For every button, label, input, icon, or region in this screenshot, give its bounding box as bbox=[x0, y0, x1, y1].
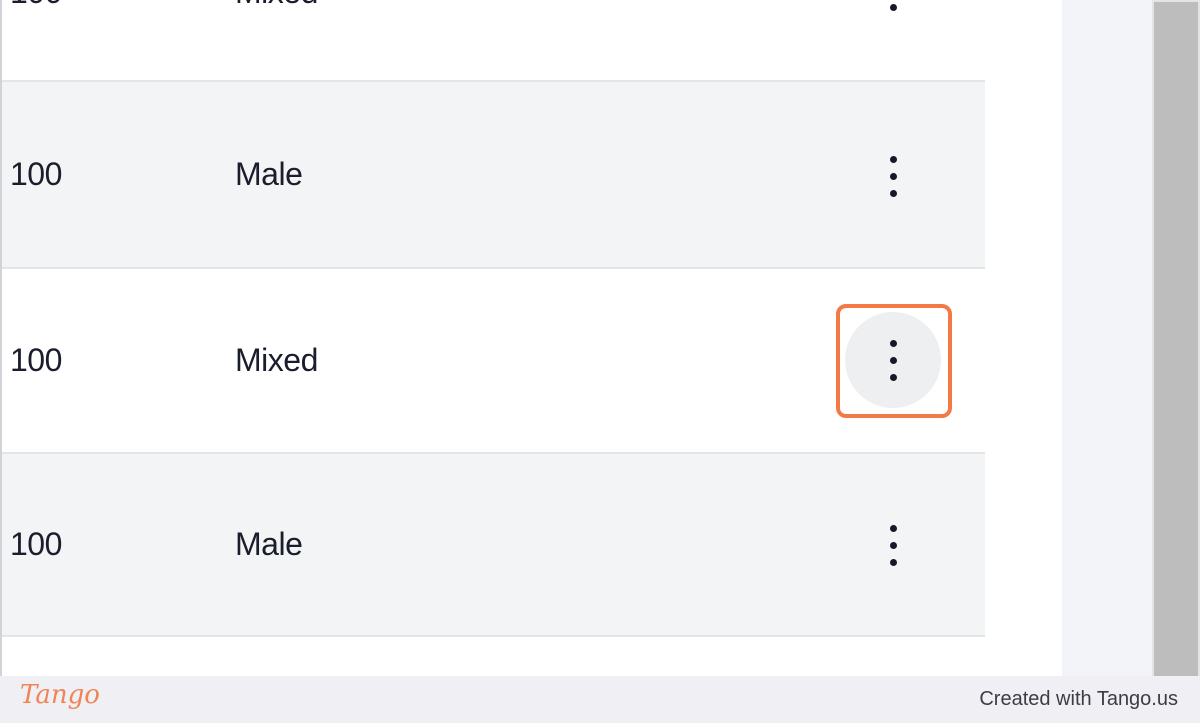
table-cell-number: 100 bbox=[10, 0, 62, 10]
table-row: 100 Male bbox=[2, 454, 985, 637]
screenshot-viewport: 100 Mixed 100 Male 100 Mixed bbox=[0, 0, 1200, 676]
tango-logo: Tango bbox=[20, 680, 100, 710]
table-row bbox=[2, 637, 985, 676]
table-cell-type: Male bbox=[235, 526, 303, 562]
content-panel: 100 Mixed 100 Male 100 Mixed bbox=[0, 0, 1062, 676]
table-cell-number: 100 bbox=[10, 342, 62, 378]
credit-text: Created with Tango.us bbox=[979, 688, 1178, 710]
vertical-ellipsis-icon bbox=[889, 155, 897, 163]
table-cell-number: 100 bbox=[10, 156, 62, 192]
side-gutter bbox=[1062, 0, 1152, 676]
row-menu-button[interactable] bbox=[845, 128, 941, 224]
row-menu-button[interactable] bbox=[845, 497, 941, 593]
table-cell-type: Mixed bbox=[235, 342, 318, 378]
table-row: 100 Male bbox=[2, 82, 985, 269]
table-row: 100 Mixed bbox=[2, 269, 985, 454]
table-cell-type: Mixed bbox=[235, 0, 318, 10]
table-cell-type: Male bbox=[235, 156, 303, 192]
table-cell-number: 100 bbox=[10, 526, 62, 562]
table-row: 100 Mixed bbox=[2, 0, 985, 82]
vertical-ellipsis-icon bbox=[889, 524, 897, 532]
row-menu-button[interactable] bbox=[845, 0, 941, 38]
scrollbar-thumb[interactable] bbox=[1154, 2, 1198, 676]
scrollbar[interactable] bbox=[1152, 0, 1200, 676]
row-menu-button[interactable] bbox=[845, 312, 941, 408]
vertical-ellipsis-icon bbox=[889, 339, 897, 347]
